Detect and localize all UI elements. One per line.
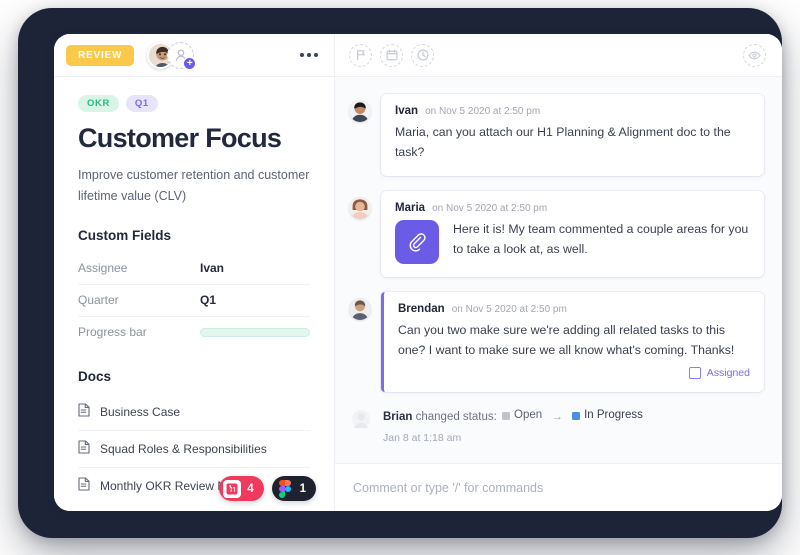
- activity-panel: Ivan on Nov 5 2020 at 2:50 pm Maria, can…: [335, 34, 782, 511]
- status-badge[interactable]: REVIEW: [66, 44, 135, 66]
- calendar-icon[interactable]: [380, 43, 403, 67]
- status-color-swatch: [502, 411, 511, 420]
- arrow-icon: →: [551, 410, 563, 423]
- eye-icon[interactable]: [743, 43, 766, 67]
- custom-fields-section: Custom Fields Assignee Ivan Quarter Q1 P…: [78, 228, 310, 348]
- activity-action: changed status:: [415, 410, 497, 423]
- activity-toolbar: [335, 34, 782, 77]
- integration-count: 1: [299, 482, 306, 495]
- comment-timestamp: on Nov 5 2020 at 2:50 pm: [425, 106, 541, 117]
- comment-item: Maria on Nov 5 2020 at 2:50 pm Here it i…: [349, 190, 764, 277]
- activity-status-change: Brian changed status: Open → In Progress: [349, 407, 764, 447]
- assigned-label: Assigned: [706, 366, 750, 379]
- activity-body: Brian changed status: Open → In Progress: [383, 407, 645, 447]
- invision-icon: [223, 479, 242, 498]
- assignee-group: +: [147, 41, 197, 70]
- comment-bubble: Ivan on Nov 5 2020 at 2:50 pm Maria, can…: [381, 94, 764, 176]
- field-value: Q1: [200, 293, 217, 308]
- clock-icon[interactable]: [411, 43, 434, 67]
- comment-author: Brendan: [398, 302, 445, 315]
- task-description: Improve customer retention and customer …: [78, 168, 310, 204]
- assigned-toggle[interactable]: Assigned: [398, 366, 750, 379]
- field-row-progress[interactable]: Progress bar: [78, 317, 310, 348]
- doc-label: Squad Roles & Responsibilities: [100, 441, 267, 456]
- field-value: Ivan: [200, 261, 225, 276]
- activity-date: Jan 8 at 1:18 am: [383, 432, 462, 445]
- checkbox-icon[interactable]: [688, 366, 701, 379]
- field-label: Assignee: [78, 261, 128, 276]
- docs-heading: Docs: [78, 369, 112, 385]
- add-assignee-button[interactable]: +: [167, 41, 197, 70]
- comment-text: Can you two make sure we're adding all r…: [398, 322, 735, 357]
- comment-meta: Maria on Nov 5 2020 at 2:50 pm: [395, 202, 750, 214]
- status-color-swatch: [572, 411, 581, 420]
- dot-icon: [307, 53, 311, 57]
- tag-okr[interactable]: OKR: [78, 95, 119, 112]
- dot-icon: [300, 53, 304, 57]
- document-icon: [78, 440, 91, 457]
- field-label: Progress bar: [78, 325, 147, 340]
- comment-text: Maria, can you attach our H1 Planning & …: [395, 125, 731, 159]
- page-title: Customer Focus: [78, 122, 282, 153]
- comment-text: Here it is! My team commented a couple a…: [453, 221, 749, 256]
- comment-author: Ivan: [395, 105, 419, 117]
- activity-author: Brian: [383, 410, 413, 423]
- comment-item: Ivan on Nov 5 2020 at 2:50 pm Maria, can…: [349, 94, 764, 176]
- tag-list: OKR Q1: [78, 95, 310, 112]
- device-frame: REVIEW + OKR Q1 Customer Focus Improve c…: [18, 8, 782, 538]
- doc-label: Business Case: [100, 404, 181, 419]
- doc-item-squad-roles[interactable]: Squad Roles & Responsibilities: [78, 431, 310, 469]
- integration-count: 4: [247, 482, 254, 495]
- activity-line: Brian changed status: Open → In Progress: [383, 407, 645, 427]
- comment-list: Ivan on Nov 5 2020 at 2:50 pm Maria, can…: [335, 77, 782, 463]
- comment-author: Maria: [395, 201, 426, 214]
- integration-badges: 4 1: [54, 466, 334, 511]
- custom-fields-heading: Custom Fields: [78, 228, 172, 244]
- comment-composer: [335, 463, 782, 511]
- flag-icon[interactable]: [349, 43, 372, 67]
- comment-meta: Brendan on Nov 5 2020 at 2:50 pm: [398, 303, 750, 315]
- avatar[interactable]: [349, 100, 371, 122]
- paperclip-icon[interactable]: [395, 219, 439, 264]
- progress-bar[interactable]: [200, 327, 310, 337]
- task-content: OKR Q1 Customer Focus Improve customer r…: [54, 77, 334, 504]
- comment-timestamp: on Nov 5 2020 at 2:50 pm: [432, 202, 548, 214]
- status-to-label: In Progress: [584, 408, 643, 421]
- integration-badge-invision[interactable]: 4: [219, 476, 264, 501]
- field-row-assignee[interactable]: Assignee Ivan: [78, 253, 310, 286]
- avatar[interactable]: [349, 297, 371, 320]
- task-header-bar: REVIEW +: [54, 34, 334, 77]
- avatar[interactable]: [349, 196, 371, 219]
- status-to: In Progress: [572, 407, 643, 425]
- comment-input[interactable]: [353, 480, 764, 495]
- document-icon: [78, 403, 91, 420]
- comment-bubble: Brendan on Nov 5 2020 at 2:50 pm Can you…: [381, 291, 764, 392]
- comment-bubble: Maria on Nov 5 2020 at 2:50 pm Here it i…: [381, 190, 764, 277]
- field-row-quarter[interactable]: Quarter Q1: [78, 285, 310, 318]
- app-screen: REVIEW + OKR Q1 Customer Focus Improve c…: [54, 34, 782, 511]
- dot-icon: [314, 53, 318, 57]
- field-label: Quarter: [78, 293, 119, 308]
- integration-badge-figma[interactable]: 1: [271, 476, 316, 501]
- more-options-button[interactable]: [298, 47, 320, 63]
- status-from: Open: [502, 407, 542, 425]
- avatar: [351, 409, 373, 447]
- comment-with-attachment: Here it is! My team commented a couple a…: [395, 219, 750, 264]
- comment-meta: Ivan on Nov 5 2020 at 2:50 pm: [395, 105, 750, 117]
- tag-q1[interactable]: Q1: [125, 95, 158, 112]
- figma-icon: [276, 479, 294, 498]
- status-from-label: Open: [514, 408, 543, 421]
- comment-timestamp: on Nov 5 2020 at 2:50 pm: [451, 303, 567, 315]
- task-detail-panel: REVIEW + OKR Q1 Customer Focus Improve c…: [54, 34, 335, 511]
- add-icon: +: [183, 56, 197, 70]
- doc-item-business-case[interactable]: Business Case: [78, 394, 310, 432]
- comment-item: Brendan on Nov 5 2020 at 2:50 pm Can you…: [349, 291, 764, 392]
